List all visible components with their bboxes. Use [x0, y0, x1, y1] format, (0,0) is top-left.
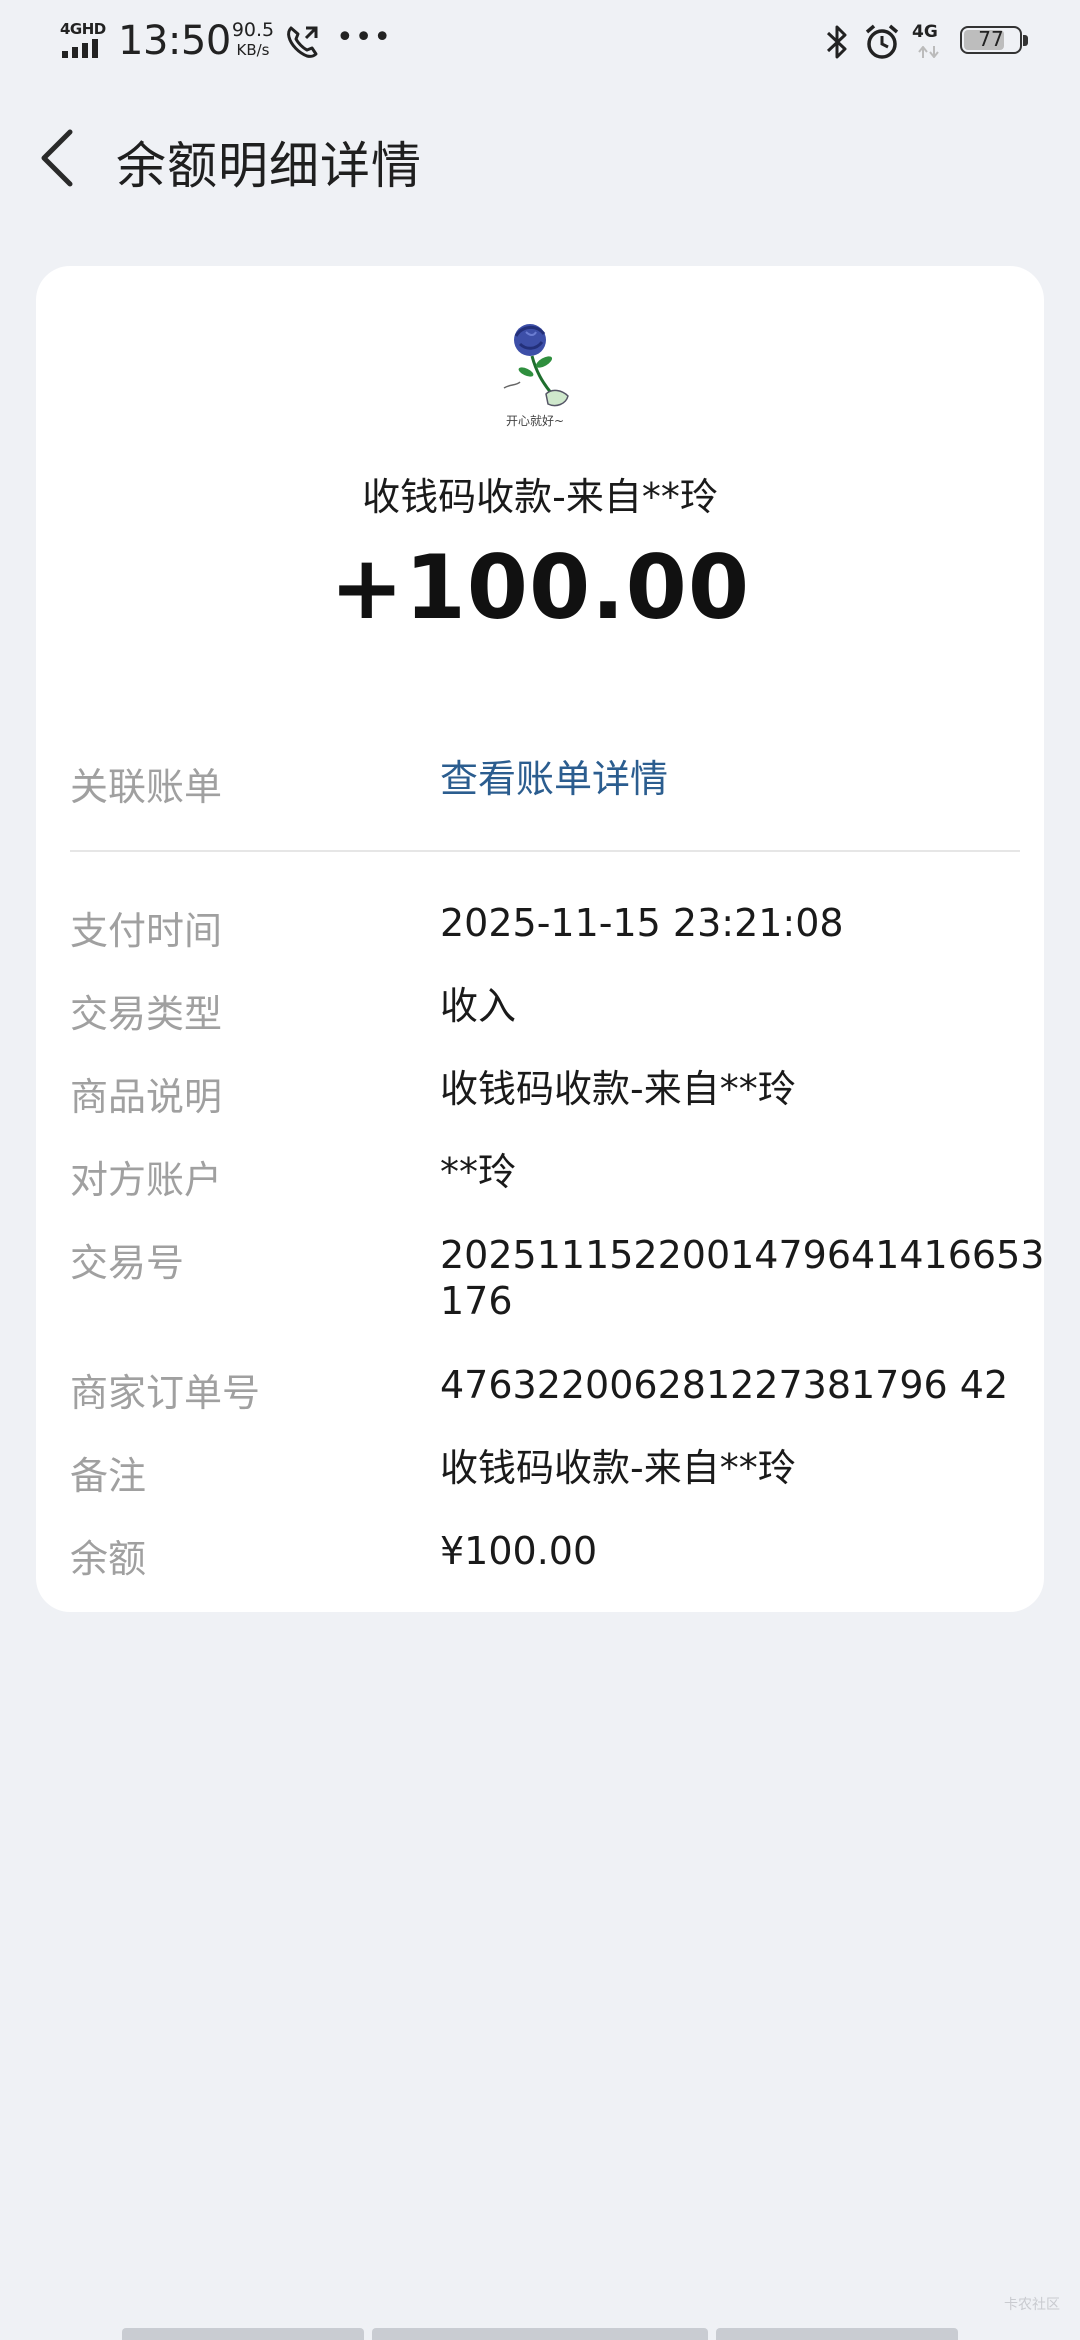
detail-label: 商品说明 — [70, 1075, 223, 1119]
divider — [70, 850, 1020, 852]
more-notifications-icon: ••• — [336, 20, 393, 55]
mobile-data-label: 4G — [912, 22, 938, 42]
alarm-icon — [865, 24, 899, 59]
status-bar: 4GHD 13:50 90.5 KB/s ••• 4G 77 — [0, 0, 1080, 86]
phone-call-icon — [287, 26, 318, 58]
detail-label: 余额 — [70, 1537, 147, 1581]
data-arrows-icon — [918, 46, 939, 58]
detail-label: 备注 — [70, 1454, 147, 1498]
detail-label: 交易类型 — [70, 992, 223, 1036]
mobile-data-icon: 4G — [912, 22, 952, 62]
page-header: 余额明细详情 — [0, 100, 1080, 216]
avatar — [496, 316, 584, 424]
detail-value: 2025111522001479641416653176 — [440, 1233, 1045, 1323]
view-bill-link[interactable]: 查看账单详情 — [440, 756, 1040, 802]
detail-value: 收钱码收款-来自**玲 — [440, 1446, 796, 1490]
detail-value: 收入 — [440, 984, 517, 1028]
detail-value: 收钱码收款-来自**玲 — [440, 1067, 796, 1111]
page-title: 余额明细详情 — [116, 137, 422, 195]
detail-label: 商家订单号 — [70, 1371, 261, 1415]
nav-bar-segment — [372, 2328, 708, 2340]
network-speed-value: 90.5 — [231, 19, 275, 41]
avatar-caption: 开心就好~ — [506, 414, 565, 428]
bluetooth-icon — [826, 25, 847, 59]
signal-bars-icon — [62, 39, 98, 58]
chevron-left-icon — [41, 129, 73, 187]
network-speed: 90.5 KB/s — [228, 20, 278, 60]
nav-bar-segment — [122, 2328, 364, 2340]
detail-label: 支付时间 — [70, 909, 223, 953]
back-button[interactable] — [30, 122, 96, 194]
transaction-amount: +100.00 — [329, 536, 751, 639]
detail-value: **玲 — [440, 1150, 517, 1194]
network-speed-unit: KB/s — [236, 41, 270, 59]
battery-level: 77 — [978, 27, 1004, 51]
detail-value: ¥100.00 — [440, 1529, 598, 1573]
nav-bar-segment — [716, 2328, 958, 2340]
network-type-label: 4GHD — [60, 20, 106, 38]
detail-label: 对方账户 — [70, 1158, 223, 1202]
detail-value: 2025-11-15 23:21:08 — [440, 901, 844, 945]
detail-value: 476322006281227381796 42 — [440, 1363, 1009, 1407]
related-bill-label: 关联账单 — [70, 765, 223, 809]
transaction-title: 收钱码收款-来自**玲 — [362, 475, 718, 519]
cellular-signal-icon: 4GHD — [60, 20, 108, 60]
status-right-group: 4G 77 — [800, 0, 1080, 86]
status-time: 13:50 — [118, 18, 231, 64]
battery-icon: 77 — [960, 26, 1030, 58]
detail-label: 交易号 — [70, 1241, 185, 1285]
watermark: 卡农社区 — [1004, 2297, 1060, 2313]
transaction-detail-card: 开心就好~ 收钱码收款-来自**玲 +100.00 关联账单 查看账单详情 支付… — [36, 266, 1044, 1612]
